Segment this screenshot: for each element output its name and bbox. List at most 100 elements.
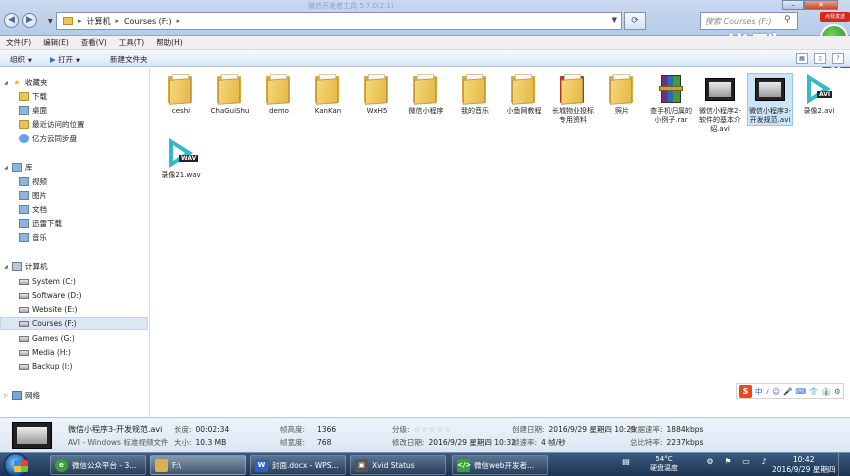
search-icon[interactable]: ⚲ — [784, 15, 791, 25]
action-center-icon[interactable]: ⚑ — [722, 456, 734, 468]
nav-item-thunder-downloads[interactable]: 迅雷下载 — [0, 217, 148, 230]
preview-pane-icon[interactable]: ▯ — [814, 53, 826, 64]
promo-badge[interactable]: 点我发送 — [820, 12, 850, 22]
file-item[interactable]: AVI 录像2.avi — [795, 74, 843, 116]
file-label: demo — [269, 107, 289, 115]
back-button[interactable]: ◀ — [4, 13, 19, 28]
details-created: 创建日期: 2016/9/29 星期四 10:29 — [512, 424, 636, 435]
expander-icon[interactable]: ▷ — [4, 393, 8, 399]
file-item[interactable]: WAV 录像21.wav — [157, 138, 205, 180]
nav-drive-f[interactable]: Courses (F:) — [0, 317, 148, 330]
details-frame-height: 帧高度: 1366 — [280, 424, 336, 435]
task-label: Xvid Status — [372, 460, 415, 470]
field-value: 1366 — [317, 425, 337, 434]
task-label: 微信公众平台 - 3... — [72, 460, 137, 470]
file-item[interactable]: 小鱼网教程 — [500, 74, 548, 116]
punctuation-icon[interactable]: ﾉ — [766, 386, 770, 397]
sogou-ime-icon[interactable]: S — [739, 384, 752, 398]
start-button[interactable] — [4, 453, 28, 476]
file-item[interactable]: 我的音乐 — [451, 74, 499, 116]
file-item[interactable]: 长城物业投标专用资料 — [549, 74, 597, 125]
drive-icon — [19, 349, 29, 356]
microphone-icon[interactable]: 🎤 — [783, 387, 792, 396]
taskbar-item-explorer[interactable]: F:\ — [150, 455, 246, 475]
nav-computer[interactable]: ◢ 计算机 — [0, 260, 148, 273]
nav-drive-c[interactable]: System (C:) — [0, 275, 148, 288]
volume-icon[interactable]: ♪ — [758, 456, 770, 468]
rating-stars-icon[interactable]: ☆☆☆☆☆ — [414, 425, 453, 434]
address-bar[interactable]: ▸ 计算机 ▸ Courses (F:) ▸ ▼ — [56, 12, 622, 30]
nav-item-pictures[interactable]: 图片 — [0, 189, 148, 202]
taskbar-item-wps[interactable]: W 封面.docx - WPS... — [250, 455, 346, 475]
open-button[interactable]: ▶ 打开 ▼ — [50, 54, 80, 65]
menu-file[interactable]: 文件(F) — [6, 37, 31, 48]
clock[interactable]: 10:42 2016/9/29 星期四 — [772, 455, 835, 475]
shirt-icon[interactable]: 👔 — [822, 387, 831, 396]
display-icon[interactable]: ▭ — [740, 456, 752, 468]
nav-item-desktop[interactable]: 桌面 — [0, 104, 148, 117]
nav-item-downloads[interactable]: 下载 — [0, 90, 148, 103]
music-library-icon — [19, 233, 29, 242]
close-button[interactable]: ✕ — [804, 0, 838, 10]
cloud-icon — [19, 134, 29, 143]
nav-libraries[interactable]: ◢ 库 — [0, 161, 148, 174]
menu-help[interactable]: 帮助(H) — [156, 37, 183, 48]
nav-drive-d[interactable]: Software (D:) — [0, 289, 148, 302]
nav-drive-i[interactable]: Backup (I:) — [0, 360, 148, 373]
nav-favorites[interactable]: ◢ ★ 收藏夹 — [0, 76, 148, 89]
file-item[interactable]: 查手机归属的小例子.rar — [647, 74, 695, 125]
file-item[interactable]: 照片 — [598, 74, 646, 116]
video-thumbnail — [12, 422, 52, 449]
nav-item-videos[interactable]: 视频 — [0, 175, 148, 188]
taskbar-item-xvid[interactable]: ▣ Xvid Status — [350, 455, 446, 475]
nav-network[interactable]: ▷ 网络 — [0, 389, 148, 402]
breadcrumb-computer[interactable]: 计算机 — [87, 16, 111, 27]
file-item-selected[interactable]: 微信小程序3-开发规范.avi — [747, 73, 793, 126]
refresh-button[interactable]: ⟳ — [624, 12, 646, 30]
chinese-mode-icon[interactable]: 中 — [755, 386, 763, 397]
new-folder-button[interactable]: 新建文件夹 — [110, 54, 148, 65]
nav-item-cloud-sync[interactable]: 亿方云同步盘 — [0, 132, 148, 145]
expander-icon[interactable]: ◢ — [4, 80, 8, 86]
recent-pages-dropdown[interactable]: ▼ — [48, 18, 53, 25]
recent-places-icon — [19, 120, 29, 129]
help-icon[interactable]: ? — [832, 53, 844, 64]
nav-drive-e[interactable]: Website (E:) — [0, 303, 148, 316]
nav-drive-h[interactable]: Media (H:) — [0, 346, 148, 359]
menu-tools[interactable]: 工具(T) — [119, 37, 144, 48]
folder-icon — [557, 74, 589, 105]
organize-button[interactable]: 组织 ▼ — [10, 54, 32, 65]
chip-icon[interactable]: ▤ — [620, 456, 632, 468]
file-item[interactable]: WxH5 — [353, 74, 401, 116]
view-options-icon[interactable]: ▦ — [796, 53, 808, 64]
file-item[interactable]: 微信小程序 — [402, 74, 450, 116]
file-item[interactable]: KanKan — [304, 74, 352, 116]
taskbar-item-browser[interactable]: e 微信公众平台 - 3... — [50, 455, 146, 475]
show-desktop-button[interactable] — [838, 453, 850, 476]
nav-drive-g[interactable]: Games (G:) — [0, 332, 148, 345]
network-status-icon[interactable]: ⚙ — [704, 456, 716, 468]
expander-icon[interactable]: ◢ — [4, 165, 8, 171]
file-label: ceshi — [171, 107, 191, 115]
taskbar-item-wechat-devtools[interactable]: </> 微信web开发者... — [452, 455, 548, 475]
minimize-button[interactable]: – — [782, 0, 804, 10]
emoji-icon[interactable]: ☺ — [772, 387, 780, 396]
hdd-temperature[interactable]: 54°C 硬盘温度 — [650, 455, 678, 473]
menu-edit[interactable]: 编辑(E) — [43, 37, 69, 48]
breadcrumb-drive[interactable]: Courses (F:) — [124, 17, 172, 26]
settings-icon[interactable]: ⚙ — [834, 387, 841, 396]
file-item[interactable]: ceshi — [157, 74, 205, 116]
file-item[interactable]: demo — [255, 74, 303, 116]
forward-button[interactable]: ▶ — [22, 13, 37, 28]
ime-toolbar[interactable]: S 中 ﾉ ☺ 🎤 ⌨ 👕 👔 ⚙ — [736, 383, 844, 399]
skin-icon[interactable]: 👕 — [809, 387, 818, 396]
nav-item-documents[interactable]: 文档 — [0, 203, 148, 216]
file-item[interactable]: 微信小程序2-软件的基本介绍.avi — [696, 74, 744, 134]
address-dropdown-icon[interactable]: ▼ — [612, 16, 617, 24]
menu-view[interactable]: 查看(V) — [81, 37, 107, 48]
nav-item-recent[interactable]: 最近访问的位置 — [0, 118, 148, 131]
nav-item-music[interactable]: 音乐 — [0, 231, 148, 244]
file-item[interactable]: ChaGuiShu — [206, 74, 254, 116]
keyboard-icon[interactable]: ⌨ — [795, 387, 806, 396]
expander-icon[interactable]: ◢ — [4, 264, 8, 270]
